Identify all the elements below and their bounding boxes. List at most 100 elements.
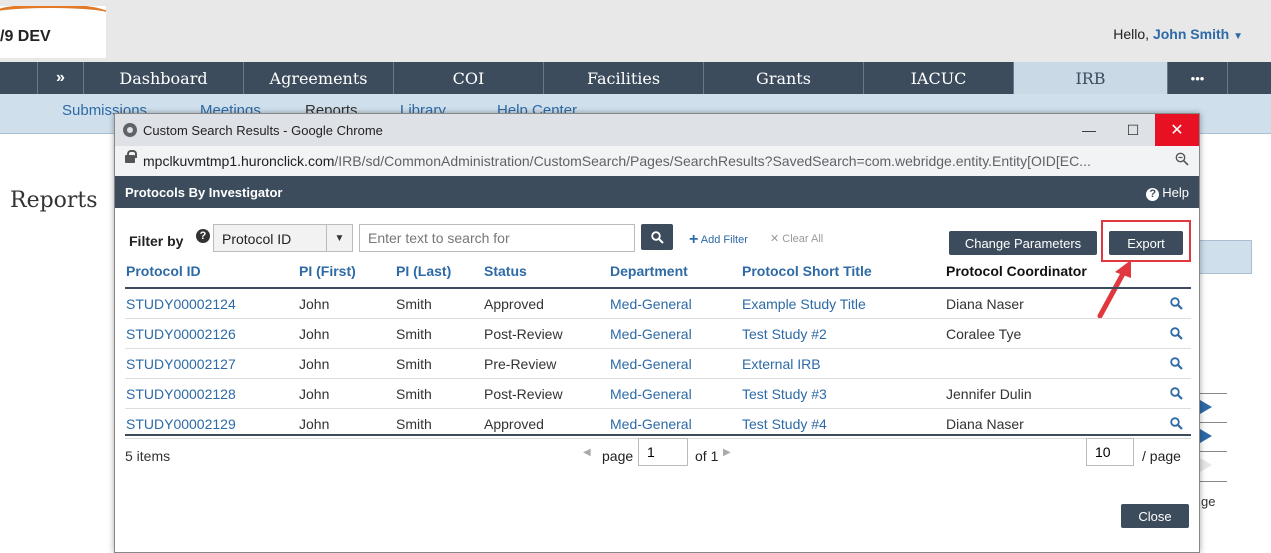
pi-last-cell: Smith xyxy=(396,296,432,312)
col-short-title[interactable]: Protocol Short Title xyxy=(742,263,872,279)
search-button[interactable] xyxy=(641,224,673,250)
table-header: Protocol ID PI (First) PI (Last) Status … xyxy=(125,259,1191,289)
department-cell[interactable]: Med-General xyxy=(610,326,692,342)
col-pi-first[interactable]: PI (First) xyxy=(299,263,356,279)
department-cell[interactable]: Med-General xyxy=(610,386,692,402)
nav-grants[interactable]: Grants xyxy=(704,62,864,94)
window-title: Custom Search Results - Google Chrome xyxy=(143,123,383,138)
protocol-id-cell[interactable]: STUDY00002129 xyxy=(126,416,236,432)
chevron-down-icon[interactable]: ▼ xyxy=(326,225,352,251)
short-title-cell[interactable]: External IRB xyxy=(742,356,821,372)
short-title-cell[interactable]: Test Study #4 xyxy=(742,416,827,432)
pi-first-cell: John xyxy=(299,386,330,402)
filter-field-select[interactable]: Protocol ID ▼ xyxy=(213,224,353,252)
nav-facilities[interactable]: Facilities xyxy=(544,62,704,94)
url-text[interactable]: mpclkuvmtmp1.huronclick.com/IRB/sd/Commo… xyxy=(143,153,1163,169)
nav-dashboard[interactable]: Dashboard xyxy=(84,62,244,94)
question-icon[interactable]: ? xyxy=(196,229,210,243)
protocol-id-cell[interactable]: STUDY00002127 xyxy=(126,356,236,372)
user-menu[interactable]: Hello, John Smith ▼ xyxy=(1113,26,1243,42)
divider xyxy=(1200,481,1227,482)
window-titlebar[interactable]: Custom Search Results - Google Chrome — … xyxy=(115,114,1199,146)
prev-page-icon[interactable]: ◀ xyxy=(583,447,591,458)
short-title-cell[interactable]: Example Study Title xyxy=(742,296,866,312)
col-pi-last[interactable]: PI (Last) xyxy=(396,263,451,279)
play-icon[interactable] xyxy=(1200,400,1212,414)
department-cell[interactable]: Med-General xyxy=(610,296,692,312)
divider xyxy=(1200,422,1227,423)
table-row[interactable]: STUDY00002127 John Smith Pre-Review Med-Gene… xyxy=(125,349,1191,379)
minimize-button[interactable]: — xyxy=(1067,114,1111,146)
col-department[interactable]: Department xyxy=(610,263,688,279)
pi-last-cell: Smith xyxy=(396,326,432,342)
col-status[interactable]: Status xyxy=(484,263,527,279)
greeting: Hello, xyxy=(1113,26,1150,42)
side-panel xyxy=(1196,240,1252,274)
nav-expand[interactable] xyxy=(0,62,38,94)
top-bar: /9 DEV Hello, John Smith ▼ xyxy=(0,0,1271,62)
protocol-id-cell[interactable]: STUDY00002126 xyxy=(126,326,236,342)
protocol-id-cell[interactable]: STUDY00002124 xyxy=(126,296,236,312)
page-number-input[interactable] xyxy=(638,438,688,466)
view-search-icon[interactable] xyxy=(1170,387,1183,403)
department-cell[interactable]: Med-General xyxy=(610,356,692,372)
help-icon: ? xyxy=(1146,188,1160,201)
clear-all-link[interactable]: ✕ Clear All xyxy=(770,232,823,245)
short-title-cell[interactable]: Test Study #3 xyxy=(742,386,827,402)
col-coordinator: Protocol Coordinator xyxy=(946,263,1087,279)
partial-text: ge xyxy=(1201,494,1216,509)
nav-coi[interactable]: COI xyxy=(394,62,544,94)
protocol-id-cell[interactable]: STUDY00002128 xyxy=(126,386,236,402)
per-page-input[interactable] xyxy=(1086,438,1134,466)
pi-last-cell: Smith xyxy=(396,416,432,432)
col-protocol-id[interactable]: Protocol ID xyxy=(126,263,201,279)
view-search-icon[interactable] xyxy=(1170,357,1183,373)
chrome-icon xyxy=(123,123,137,137)
close-button[interactable]: Close xyxy=(1121,504,1189,528)
view-search-icon[interactable] xyxy=(1170,327,1183,343)
logo-swoosh xyxy=(0,6,106,24)
popup-window: Custom Search Results - Google Chrome — … xyxy=(114,113,1200,553)
caret-down-icon[interactable]: ▼ xyxy=(1233,31,1243,42)
nav-agreements[interactable]: Agreements xyxy=(244,62,394,94)
maximize-button[interactable]: ☐ xyxy=(1111,114,1155,146)
pi-first-cell: John xyxy=(299,416,330,432)
search-input[interactable] xyxy=(359,224,635,252)
department-cell[interactable]: Med-General xyxy=(610,416,692,432)
nav-expand-icon[interactable]: » xyxy=(38,62,84,94)
zoom-icon[interactable] xyxy=(1175,152,1189,169)
divider xyxy=(1200,393,1227,394)
play-icon[interactable] xyxy=(1200,429,1212,443)
nav-more-icon[interactable]: ••• xyxy=(1168,62,1228,94)
table-row[interactable]: STUDY00002124 John Smith Approved Med-Genera… xyxy=(125,289,1191,319)
address-bar[interactable]: mpclkuvmtmp1.huronclick.com/IRB/sd/Commo… xyxy=(115,146,1199,176)
logo-text: /9 DEV xyxy=(0,28,51,45)
status-cell: Pre-Review xyxy=(484,356,557,372)
table-row[interactable]: STUDY00002128 John Smith Post-Review Med-Gen… xyxy=(125,379,1191,409)
next-page-icon[interactable]: ▶ xyxy=(723,447,731,458)
window-close-button[interactable]: ✕ xyxy=(1155,114,1199,146)
change-parameters-button[interactable]: Change Parameters xyxy=(949,231,1097,255)
nav-irb[interactable]: IRB xyxy=(1014,62,1168,94)
user-name[interactable]: John Smith xyxy=(1153,26,1229,42)
lock-icon xyxy=(125,150,137,163)
short-title-cell[interactable]: Test Study #2 xyxy=(742,326,827,342)
plus-icon: + xyxy=(689,231,699,248)
pager: 5 items ◀ page of 1 ▶ / page xyxy=(125,434,1191,468)
url-host: mpclkuvmtmp1.huronclick.com xyxy=(143,153,335,169)
status-cell: Post-Review xyxy=(484,326,563,342)
view-search-icon[interactable] xyxy=(1170,297,1183,313)
pi-last-cell: Smith xyxy=(396,386,432,402)
help-link[interactable]: ? Help xyxy=(1146,185,1189,201)
url-path: /IRB/sd/CommonAdministration/CustomSearc… xyxy=(334,153,1091,169)
view-search-icon[interactable] xyxy=(1170,417,1183,433)
nav-iacuc[interactable]: IACUC xyxy=(864,62,1014,94)
divider xyxy=(1200,451,1227,452)
add-filter-link[interactable]: + Add Filter xyxy=(689,231,748,249)
export-highlight-box xyxy=(1101,220,1191,262)
table-body: STUDY00002124 John Smith Approved Med-Genera… xyxy=(125,289,1191,439)
coordinator-cell: Diana Naser xyxy=(946,296,1024,312)
table-row[interactable]: STUDY00002126 John Smith Post-Review Med-Gen… xyxy=(125,319,1191,349)
pi-first-cell: John xyxy=(299,356,330,372)
logo: /9 DEV xyxy=(0,6,106,58)
